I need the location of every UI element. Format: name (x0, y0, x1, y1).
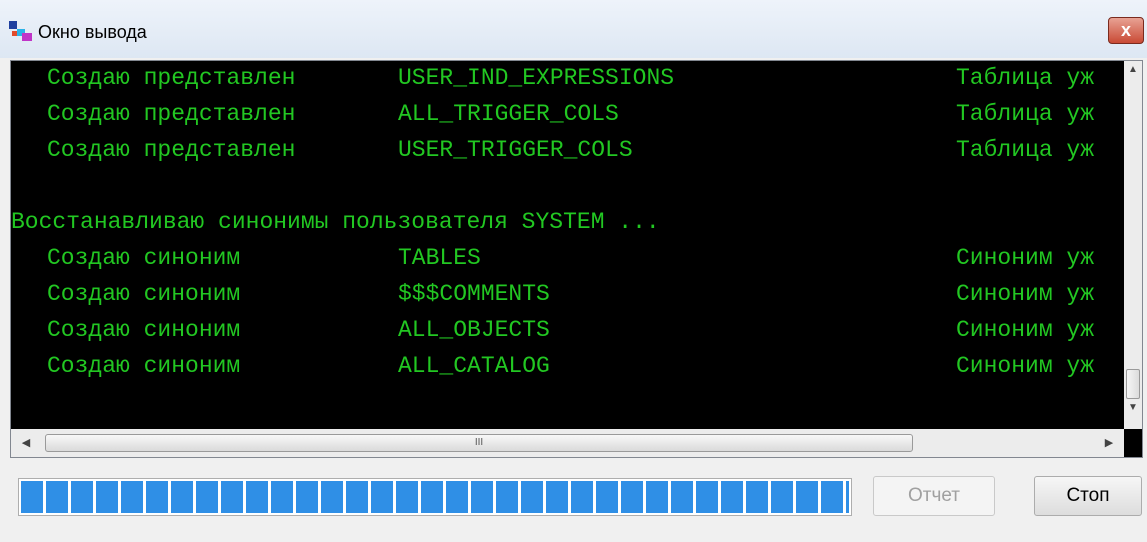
console-line-object: USER_TRIGGER_COLS (398, 137, 633, 163)
console-line-object: ALL_CATALOG (398, 353, 550, 379)
progress-fill (21, 481, 849, 513)
console-line-object: TABLES (398, 245, 481, 271)
horizontal-scrollbar[interactable]: ◀ III ▶ (11, 429, 1124, 457)
console-line-object: USER_IND_EXPRESSIONS (398, 65, 675, 91)
console-line-status: Синоним уж (956, 245, 1095, 271)
console-line-object: ALL_OBJECTS (398, 317, 550, 343)
console-line-status: Таблица уж (956, 65, 1095, 91)
scroll-down-arrow-icon[interactable]: ▼ (1124, 399, 1142, 417)
console-line-object: ALL_TRIGGER_COLS (398, 101, 619, 127)
console-line-action: Создаю синоним (47, 317, 241, 343)
vertical-scrollbar[interactable]: ▲ ▼ (1124, 61, 1142, 429)
console-line-action: Создаю синоним (47, 245, 241, 271)
output-window: Создаю представлен USER_IND_EXPRESSIONS Та… (10, 60, 1143, 458)
console-line-action: Создаю синоним (47, 281, 241, 307)
report-button[interactable]: Отчет (873, 476, 995, 516)
console-line-status: Синоним уж (956, 353, 1095, 379)
scroll-right-arrow-icon[interactable]: ▶ (1098, 429, 1120, 457)
console-line-action: Создаю представлен (47, 101, 296, 127)
console-line-status: Синоним уж (956, 317, 1095, 343)
scroll-grip-icon: III (474, 437, 484, 448)
scroll-left-arrow-icon[interactable]: ◀ (15, 429, 37, 457)
console-line-status: Таблица уж (956, 101, 1095, 127)
console-line-action: Создаю представлен (47, 137, 296, 163)
console-line-status: Таблица уж (956, 137, 1095, 163)
stop-button[interactable]: Стоп (1034, 476, 1142, 516)
console-line-action: Создаю представлен (47, 65, 296, 91)
vertical-scroll-thumb[interactable] (1126, 369, 1140, 399)
close-button[interactable]: x (1108, 17, 1144, 44)
console-output[interactable]: Создаю представлен USER_IND_EXPRESSIONS Та… (11, 61, 1124, 429)
window-title: Окно вывода (38, 22, 147, 42)
app-icon (9, 21, 32, 41)
console-line-action: Создаю синоним (47, 353, 241, 379)
console-line-status: Синоним уж (956, 281, 1095, 307)
scroll-up-arrow-icon[interactable]: ▲ (1124, 61, 1142, 79)
title-bar: Окно вывода x (0, 0, 1147, 58)
console-line-action: Восстанавливаю синонимы пользователя SYS… (11, 209, 660, 235)
progress-bar (18, 478, 852, 516)
console-line-object: $$$COMMENTS (398, 281, 550, 307)
horizontal-scroll-thumb[interactable]: III (45, 434, 913, 452)
